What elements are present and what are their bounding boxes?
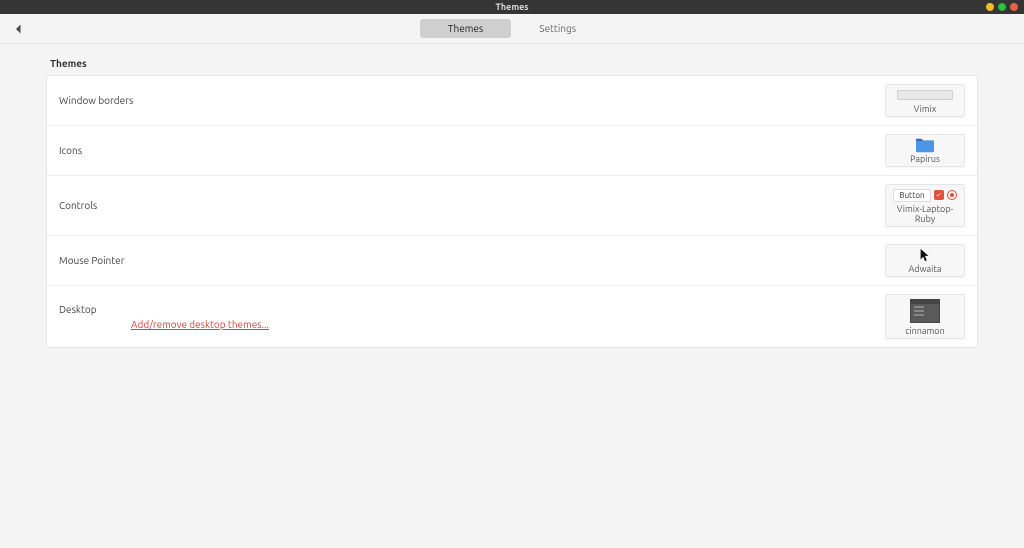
window-border-preview-icon bbox=[892, 87, 958, 103]
controls-value: Vimix-Laptop-Ruby bbox=[888, 204, 962, 224]
row-mouse-pointer: Mouse Pointer Adwaita bbox=[47, 236, 977, 286]
mini-button-label: Button bbox=[893, 189, 930, 202]
window-borders-selector[interactable]: Vimix bbox=[885, 84, 965, 117]
close-icon[interactable] bbox=[1010, 3, 1018, 11]
mouse-pointer-selector[interactable]: Adwaita bbox=[885, 244, 965, 277]
mouse-pointer-value: Adwaita bbox=[908, 264, 941, 274]
icons-value: Papirus bbox=[910, 154, 940, 164]
window-title: Themes bbox=[0, 0, 1024, 14]
checkbox-icon bbox=[934, 190, 944, 200]
row-label: Desktop bbox=[59, 304, 269, 315]
titlebar: Themes bbox=[0, 0, 1024, 14]
icons-selector[interactable]: Papirus bbox=[885, 134, 965, 167]
tab-settings[interactable]: Settings bbox=[511, 19, 604, 38]
row-label: Controls bbox=[59, 200, 97, 211]
row-label: Icons bbox=[59, 145, 82, 156]
back-arrow-icon bbox=[13, 23, 25, 35]
folder-icon bbox=[892, 137, 958, 153]
row-label: Window borders bbox=[59, 95, 133, 106]
window-borders-value: Vimix bbox=[914, 104, 937, 114]
content: Themes Window borders Vimix Icons bbox=[0, 44, 1024, 362]
desktop-selector[interactable]: cinnamon bbox=[885, 294, 965, 339]
row-controls: Controls Button Vimix-Laptop-Ruby bbox=[47, 176, 977, 236]
themes-list: Window borders Vimix Icons bbox=[46, 75, 978, 348]
window-controls bbox=[986, 0, 1018, 14]
radio-icon bbox=[947, 190, 957, 200]
desktop-value: cinnamon bbox=[905, 326, 944, 336]
back-button[interactable] bbox=[10, 20, 28, 38]
row-window-borders: Window borders Vimix bbox=[47, 76, 977, 126]
minimize-icon[interactable] bbox=[986, 3, 994, 11]
maximize-icon[interactable] bbox=[998, 3, 1006, 11]
desktop-preview-icon bbox=[892, 297, 958, 325]
controls-selector[interactable]: Button Vimix-Laptop-Ruby bbox=[885, 184, 965, 227]
row-desktop: Desktop Add/remove desktop themes... cin… bbox=[47, 286, 977, 347]
section-heading: Themes bbox=[46, 58, 978, 69]
cursor-icon bbox=[892, 247, 958, 263]
row-label: Mouse Pointer bbox=[59, 255, 124, 266]
tab-bar: Themes Settings bbox=[420, 19, 604, 38]
controls-preview-icon: Button bbox=[892, 187, 958, 203]
tab-themes[interactable]: Themes bbox=[420, 19, 511, 38]
row-icons: Icons Papirus bbox=[47, 126, 977, 176]
toolbar: Themes Settings bbox=[0, 14, 1024, 44]
add-remove-themes-link[interactable]: Add/remove desktop themes... bbox=[131, 319, 269, 330]
